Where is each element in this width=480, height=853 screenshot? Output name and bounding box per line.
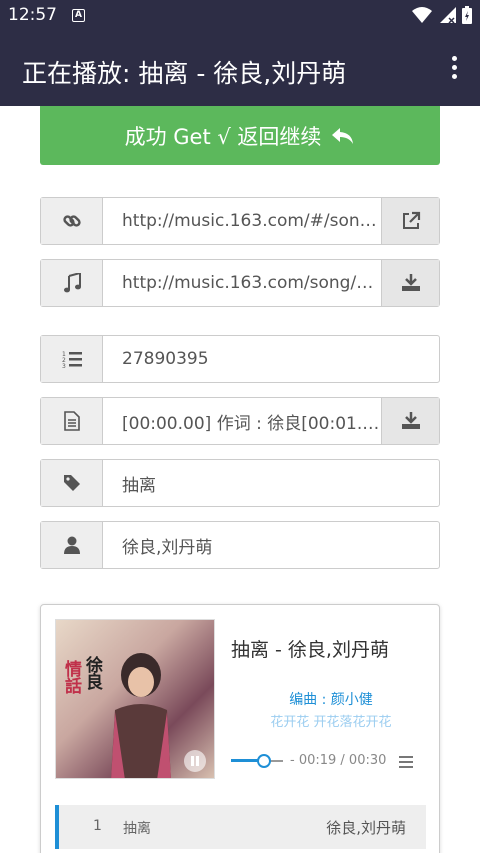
status-bar: 12:57 A [0,0,480,32]
artist-input[interactable]: 徐良,刘丹萌 [103,522,439,568]
time-display: - 00:19 / 00:30 [290,753,387,768]
svg-text:3: 3 [62,363,66,368]
external-link-icon [402,211,420,229]
status-time: 12:57 [8,5,57,25]
more-options-icon[interactable] [450,56,458,82]
app-bar: 正在播放: 抽离 - 徐良,刘丹萌 [0,32,480,106]
song-id-row: 123 27890395 [40,335,440,383]
artist-row: 徐良,刘丹萌 [40,521,440,569]
cover-title-text: 情話 [61,660,81,694]
reply-icon [332,127,354,144]
playlist-menu-icon[interactable] [399,756,413,768]
success-return-button[interactable]: 成功 Get √ 返回继续 [40,106,440,165]
download-lyrics-button[interactable] [381,398,439,444]
cover-artist-text: 徐良 [82,656,102,690]
user-icon [41,522,103,568]
song-name-row: 抽离 [40,459,440,507]
player-song-title: 抽离 - 徐良,刘丹萌 [231,639,389,661]
download-icon [401,412,420,429]
playlist-item-name: 抽离 [123,821,151,837]
next-lyric-line: 花开花 开花落花开花 [270,715,392,730]
tag-icon [41,460,103,506]
song-id-input[interactable]: 27890395 [103,336,439,382]
wifi-icon [412,7,432,23]
signal-icon [440,7,456,24]
mp3-url-input[interactable]: http://music.163.com/song/media/outer/ur… [103,260,381,306]
page-url-row: http://music.163.com/#/song?id=27890395 [40,197,440,245]
lyrics-input[interactable]: [00:00.00] 作词 : 徐良[00:01.00] 作曲 : 徐良 [103,398,381,444]
open-external-button[interactable] [381,198,439,244]
page-title: 正在播放: 抽离 - 徐良,刘丹萌 [22,59,347,88]
current-lyric-line: 编曲 : 颜小健 [289,692,373,708]
progress-knob[interactable] [257,754,271,768]
lyrics-row: [00:00.00] 作词 : 徐良[00:01.00] 作曲 : 徐良 [40,397,440,445]
file-text-icon [41,398,103,444]
playlist-item[interactable]: 1 抽离 徐良,刘丹萌 [55,805,426,849]
download-icon [401,274,420,291]
mp3-url-row: http://music.163.com/song/media/outer/ur… [40,259,440,307]
battery-icon [462,6,472,24]
playlist-item-artist: 徐良,刘丹萌 [326,819,406,837]
song-name-input[interactable]: 抽离 [103,460,439,506]
system-icons [412,6,472,24]
progress-slider[interactable] [231,753,283,769]
music-icon [41,260,103,306]
music-player: 情話 徐良 抽离 - 徐良,刘丹萌 编曲 : 颜小健 花开花 开花落花开花 - … [40,604,440,853]
notification-a-icon: A [72,9,85,22]
success-button-label: 成功 Get √ 返回继续 [124,124,322,149]
link-icon [41,198,103,244]
download-mp3-button[interactable] [381,260,439,306]
numbered-list-icon: 123 [41,336,103,382]
album-cover: 情話 徐良 [55,619,215,779]
pause-icon[interactable] [184,750,206,772]
cover-person-image [111,653,171,778]
page-url-input[interactable]: http://music.163.com/#/song?id=27890395 [103,198,381,244]
playlist-item-number: 1 [93,818,102,834]
